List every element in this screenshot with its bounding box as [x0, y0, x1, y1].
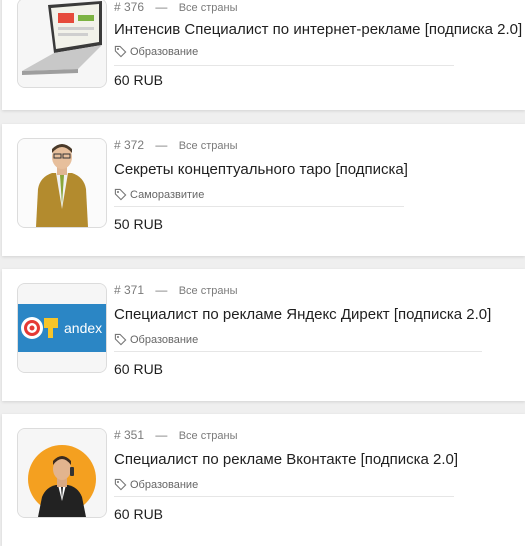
laptop-image-icon: [18, 0, 106, 87]
category-row: Образование: [114, 45, 198, 58]
banner-text: andex: [64, 320, 102, 336]
meta-separator: —: [155, 283, 168, 297]
country-label: Все страны: [178, 430, 238, 442]
item-meta: # 371 — Все страны: [114, 283, 237, 297]
meta-separator: —: [155, 428, 168, 442]
item-meta: # 376 — Все страны: [114, 0, 237, 14]
item-price: 60 RUB: [114, 72, 164, 88]
country-label: Все страны: [178, 140, 238, 152]
tag-icon: [114, 45, 127, 58]
item-price: 50 RUB: [114, 216, 164, 232]
product-thumbnail[interactable]: andex: [17, 283, 107, 373]
item-id: # 376: [114, 0, 145, 14]
tag-icon: [114, 478, 127, 491]
product-thumbnail[interactable]: [17, 138, 107, 228]
category-label[interactable]: Образование: [130, 46, 198, 58]
item-title[interactable]: Интенсив Специалист по интернет-рекламе …: [114, 21, 522, 38]
item-meta: # 372 — Все страны: [114, 138, 237, 152]
item-price: 60 RUB: [114, 506, 164, 522]
item-price: 60 RUB: [114, 361, 164, 377]
divider: [114, 206, 404, 207]
product-thumbnail[interactable]: [17, 0, 107, 88]
tag-icon: [114, 333, 127, 346]
item-title[interactable]: Секреты концептуального таро [подписка]: [114, 161, 408, 178]
item-meta: # 351 — Все страны: [114, 428, 237, 442]
item-id: # 351: [114, 428, 145, 442]
item-id: # 371: [114, 283, 145, 297]
product-thumbnail[interactable]: [17, 428, 107, 518]
product-card[interactable]: andex # 371 — Все страны Специалист по р…: [2, 269, 525, 401]
divider: [114, 496, 454, 497]
divider: [114, 65, 454, 66]
businessman-orange-circle-icon: [18, 429, 106, 517]
product-card[interactable]: # 372 — Все страны Секреты концептуально…: [2, 124, 525, 256]
divider: [114, 351, 482, 352]
category-label[interactable]: Саморазвитие: [130, 189, 204, 201]
category-label[interactable]: Образование: [130, 479, 198, 491]
category-row: Образование: [114, 478, 198, 491]
tag-icon: [114, 188, 127, 201]
category-label[interactable]: Образование: [130, 334, 198, 346]
yandex-direct-banner-icon: andex: [18, 284, 106, 372]
country-label: Все страны: [178, 285, 238, 297]
item-id: # 372: [114, 138, 145, 152]
category-row: Саморазвитие: [114, 188, 204, 201]
product-card[interactable]: # 351 — Все страны Специалист по рекламе…: [2, 414, 525, 546]
meta-separator: —: [155, 0, 168, 14]
item-title[interactable]: Специалист по рекламе Яндекс Директ [под…: [114, 306, 491, 323]
product-card[interactable]: # 376 — Все страны Интенсив Специалист п…: [2, 0, 525, 110]
man-in-suit-photo-icon: [18, 139, 106, 227]
item-title[interactable]: Специалист по рекламе Вконтакте [подписк…: [114, 451, 458, 468]
meta-separator: —: [155, 138, 168, 152]
country-label: Все страны: [178, 2, 238, 14]
category-row: Образование: [114, 333, 198, 346]
